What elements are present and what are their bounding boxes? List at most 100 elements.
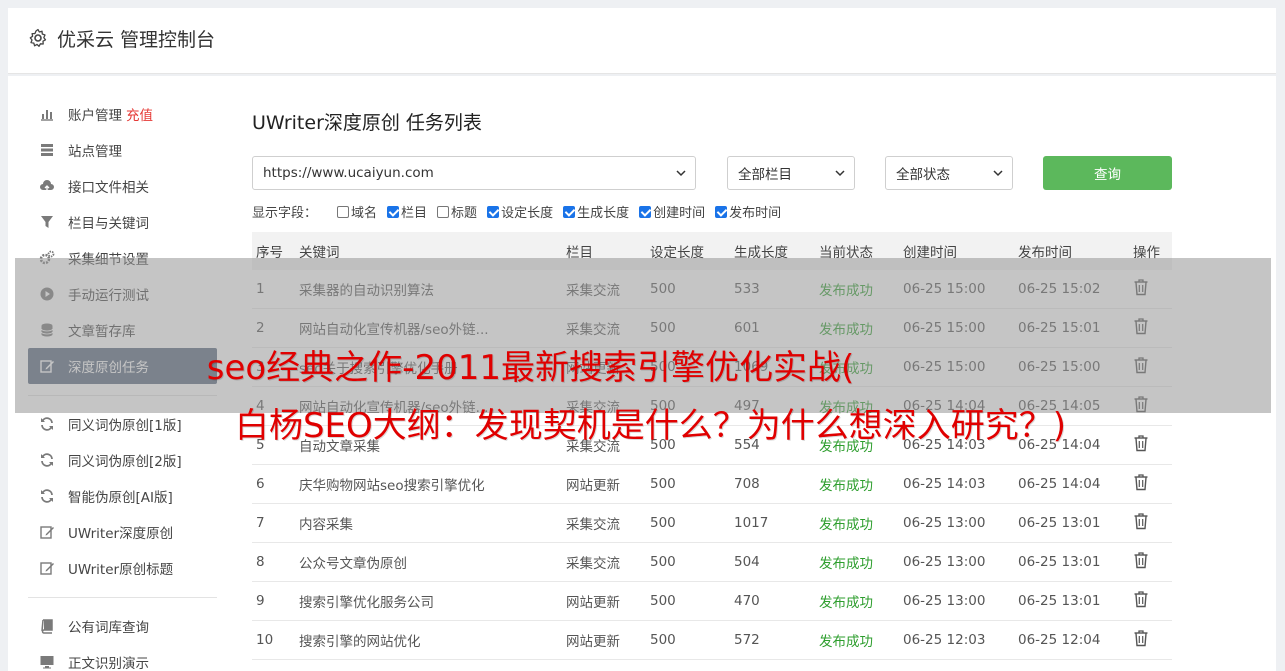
table-row: 9 搜索引擎优化服务公司 网站更新 500 470 发布成功 06-25 13:00 06-2… [252, 582, 1172, 621]
field-checkbox-label: 发布时间 [729, 206, 782, 221]
sidebar-item[interactable]: UWriter原创标题 [28, 550, 217, 586]
sidebar-item[interactable]: 栏目与关键词 [28, 204, 217, 240]
site-url-select[interactable]: https://www.ucaiyun.com [252, 156, 696, 190]
table-cell: 06-25 13:01 [1018, 515, 1101, 531]
query-button[interactable]: 查询 [1043, 156, 1172, 190]
checkbox-checked-icon [563, 205, 576, 218]
trash-icon[interactable] [1133, 551, 1149, 569]
sidebar-item-label: 栏目与关键词 [68, 216, 149, 232]
table-row: 8 公众号文章伪原创 采集交流 500 504 发布成功 06-25 13:00 06-25 … [252, 543, 1172, 582]
row-actions [1133, 590, 1172, 612]
field-checkbox[interactable]: 发布时间 [715, 202, 781, 221]
bar-chart-icon [38, 105, 56, 123]
field-checkbox-label: 域名 [351, 206, 378, 221]
app-title: 优采云 管理控制台 [57, 29, 216, 51]
table-cell: 06-25 13:01 [1018, 593, 1101, 609]
table-cell: 6 [256, 476, 265, 492]
trash-icon[interactable] [1133, 473, 1149, 491]
table-cell: 06-25 13:00 [903, 593, 986, 609]
edit-icon [38, 559, 56, 577]
field-checkbox-label: 栏目 [401, 206, 428, 221]
table-row: 6 庆华购物网站seo搜索引擎优化 网站更新 500 708 发布成功 06-25 14:0… [252, 465, 1172, 504]
field-checkbox-label: 标题 [451, 206, 478, 221]
status-cell: 发布成功 [819, 478, 873, 494]
trash-icon[interactable] [1133, 590, 1149, 608]
table-cell: 公众号文章伪原创 [299, 556, 407, 572]
row-actions [1133, 512, 1172, 534]
table-row: 10 搜索引擎的网站优化 网站更新 500 572 发布成功 06-25 12:03 06-2… [252, 621, 1172, 660]
table-cell: 网站更新 [566, 634, 620, 650]
table-cell: 06-25 14:04 [1018, 476, 1101, 492]
checkbox-unchecked-icon [437, 205, 450, 218]
edit-icon [38, 523, 56, 541]
sidebar-item[interactable]: 正文识别演示 [28, 644, 217, 671]
table-cell: 500 [650, 554, 676, 570]
field-checkbox-label: 设定长度 [501, 206, 554, 221]
cloud-upload-icon [38, 177, 56, 195]
sidebar-item-label: 智能伪原创[AI版] [68, 490, 173, 506]
sidebar-item[interactable]: 账户管理 充值 [28, 96, 217, 132]
sidebar-item-label: 账户管理 [68, 108, 122, 124]
chevron-down-icon [835, 170, 845, 177]
sidebar-item[interactable]: 公有词库查询 [28, 608, 217, 644]
overlay-band [15, 258, 1271, 413]
table-cell: 500 [650, 515, 676, 531]
chevron-down-icon [993, 170, 1003, 177]
status-select[interactable]: 全部状态 [885, 156, 1013, 190]
checkbox-unchecked-icon [337, 205, 350, 218]
gear-icon [29, 28, 47, 47]
status-cell: 发布成功 [819, 517, 873, 533]
table-cell: 庆华购物网站seo搜索引擎优化 [299, 478, 485, 494]
sidebar-item[interactable]: 接口文件相关 [28, 168, 217, 204]
sidebar-item-label: 接口文件相关 [68, 180, 149, 196]
table-cell: 9 [256, 593, 265, 609]
table-cell: 06-25 12:03 [903, 632, 986, 648]
top-bar: 优采云 管理控制台 [8, 8, 1276, 74]
field-checkbox[interactable]: 栏目 [387, 202, 427, 221]
table-cell: 8 [256, 554, 265, 570]
table-cell: 10 [256, 632, 274, 648]
status-select-value: 全部状态 [896, 167, 950, 183]
table-cell: 搜索引擎优化服务公司 [299, 595, 434, 611]
sidebar-item[interactable]: UWriter深度原创 [28, 514, 217, 550]
table-cell: 708 [734, 476, 760, 492]
checkbox-checked-icon [639, 205, 652, 218]
sidebar-item[interactable]: 站点管理 [28, 132, 217, 168]
monitor-icon [38, 653, 56, 671]
refresh-icon [38, 487, 56, 505]
column-select-value: 全部栏目 [738, 167, 792, 183]
table-cell: 500 [650, 593, 676, 609]
sidebar-item-label: 站点管理 [68, 144, 122, 160]
display-fields-label: 显示字段： [252, 206, 318, 221]
sidebar-item[interactable]: 同义词伪原创[2版] [28, 442, 217, 478]
table-cell: 06-25 14:03 [903, 476, 986, 492]
checkbox-checked-icon [387, 205, 400, 218]
table-cell: 1017 [734, 515, 769, 531]
field-checkbox[interactable]: 生成长度 [563, 202, 629, 221]
sidebar-item-label: 同义词伪原创[2版] [68, 454, 182, 470]
overlay-text-line1: seo经典之作-2011最新搜索引擎优化实战( [206, 348, 855, 388]
field-checkbox[interactable]: 标题 [437, 202, 477, 221]
status-cell: 发布成功 [819, 634, 873, 650]
trash-icon[interactable] [1133, 512, 1149, 530]
chevron-down-icon [676, 170, 686, 177]
site-url-value: https://www.ucaiyun.com [263, 165, 434, 181]
column-select[interactable]: 全部栏目 [727, 156, 855, 190]
table-cell: 内容采集 [299, 517, 353, 533]
table-cell: 采集交流 [566, 556, 620, 572]
book-icon [38, 617, 56, 635]
sidebar-item-label: 正文识别演示 [68, 656, 149, 671]
trash-icon[interactable] [1133, 629, 1149, 647]
field-checkbox[interactable]: 域名 [337, 202, 377, 221]
table-cell: 06-25 13:00 [903, 515, 986, 531]
sidebar-item[interactable]: 智能伪原创[AI版] [28, 478, 217, 514]
field-checkbox[interactable]: 创建时间 [639, 202, 705, 221]
field-checkbox[interactable]: 设定长度 [487, 202, 553, 221]
table-cell: 500 [650, 632, 676, 648]
sidebar-item-label: 公有词库查询 [68, 620, 149, 636]
recharge-link[interactable]: 充值 [126, 104, 153, 124]
sidebar-divider [28, 597, 217, 598]
table-row: 7 内容采集 采集交流 500 1017 发布成功 06-25 13:00 06-25 13:… [252, 504, 1172, 543]
page-title: UWriter深度原创 任务列表 [252, 112, 482, 134]
overlay-text-line2: 白杨SEO大纲：发现契机是什么？为什么想深入研究？) [234, 406, 1067, 446]
